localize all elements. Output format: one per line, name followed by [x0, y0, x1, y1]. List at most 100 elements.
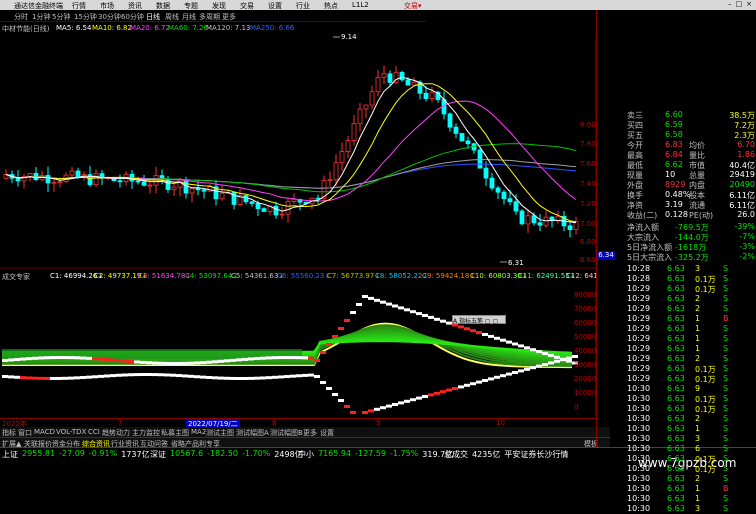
candle-body [45, 175, 51, 184]
step-lower [404, 399, 410, 403]
candle-body [57, 181, 63, 183]
menu-settings[interactable]: 设置 [268, 1, 282, 11]
period-tab-active[interactable]: 日线 [146, 12, 160, 22]
tick-volume: 1 [695, 344, 701, 353]
step-upper [86, 356, 92, 360]
tick-row: 10:29 6.63 1 S [625, 334, 756, 344]
step-upper [218, 359, 224, 363]
tick-direction: B [723, 484, 729, 493]
step-lower [320, 381, 326, 384]
menu-trade[interactable]: 交易 [240, 1, 254, 11]
index-change: -27.09 [59, 449, 85, 458]
tab-macd[interactable]: MACD [34, 428, 55, 436]
step-upper [266, 356, 272, 360]
step-lower [140, 373, 146, 377]
maximize-icon[interactable]: □ [736, 0, 743, 8]
candle-body [501, 191, 507, 200]
indicator-popup[interactable]: A 指标五笔 ▢ ▢ [452, 315, 506, 325]
index-amount: 1737亿 [121, 450, 150, 459]
step-lower [248, 376, 254, 380]
period-tab[interactable]: 多周期 [199, 12, 220, 22]
period-tab[interactable]: 更多 [222, 12, 236, 22]
period-tab[interactable]: 60分钟 [121, 12, 144, 22]
period-tab[interactable]: 30分钟 [98, 12, 121, 22]
quote-label: 收益(二) [627, 211, 658, 220]
candle-body [465, 140, 471, 145]
index-name[interactable]: 深证 [150, 449, 166, 460]
total-volume-value: 4235亿 [472, 450, 501, 459]
close-icon[interactable]: × [746, 0, 752, 8]
minimize-icon[interactable]: – [728, 0, 732, 8]
app-title: 通达信金融终端 [14, 2, 63, 10]
trade-dropdown[interactable]: 交易▾ [404, 1, 422, 11]
menu-data[interactable]: 数据 [156, 1, 170, 11]
step-upper [140, 360, 146, 364]
menu-market[interactable]: 市场 [100, 1, 114, 11]
menu-industry[interactable]: 行业 [296, 1, 310, 11]
period-tab[interactable]: 分时 [14, 12, 28, 22]
high-annotation: 9.14 [341, 33, 357, 41]
step-upper [62, 356, 68, 360]
candle-body [423, 92, 429, 99]
index-change: -182.50 [207, 449, 238, 458]
candlestick-chart[interactable]: 9.14 6.31 8.00 7.80 7.60 7.40 7.20 7.00 6.80 6.… [0, 33, 596, 269]
menu-news[interactable]: 资讯 [128, 1, 142, 11]
main-menu: 行情 市场 资讯 数据 专题 发现 交易 设置 行业 热点 L1L2 [72, 1, 383, 11]
tick-direction: S [723, 274, 729, 283]
candle-body [459, 133, 465, 142]
step-upper [104, 358, 110, 362]
step-lower [266, 376, 272, 380]
step-lower [434, 391, 440, 395]
step-upper [470, 329, 476, 333]
tick-row: 10:30 6.63 3 S [625, 434, 756, 444]
candle-body [285, 201, 291, 215]
period-tab[interactable]: 月线 [182, 12, 196, 22]
tick-row: 10:30 6.63 3 S [625, 504, 756, 514]
menu-l1l2[interactable]: L1L2 [352, 1, 369, 11]
tick-direction: S [723, 334, 729, 343]
tab-ma2[interactable]: MA2 [191, 428, 206, 436]
menu-topics[interactable]: 专题 [184, 1, 198, 11]
tick-row: 10:30 6.63 6 S [625, 444, 756, 454]
step-upper [134, 360, 140, 364]
step-upper [2, 359, 8, 362]
indicator-value: C9: 59424.18↓ [422, 272, 476, 280]
candle-body [141, 181, 147, 186]
candle-body [507, 198, 513, 203]
indicator-axis-label: 80000 [574, 291, 596, 299]
indicator-value: C3: 51634.78↓ [138, 272, 192, 280]
menu-quotes[interactable]: 行情 [72, 1, 86, 11]
step-lower [344, 405, 350, 408]
candle-body [519, 210, 525, 225]
step-upper [548, 353, 554, 357]
period-tab[interactable]: 5分钟 [52, 12, 70, 22]
period-tab[interactable]: 15分钟 [74, 12, 97, 22]
period-tab[interactable]: 周线 [165, 12, 179, 22]
menu-discover[interactable]: 发现 [212, 1, 226, 11]
tick-direction: B [723, 314, 729, 323]
step-lower [86, 375, 92, 379]
tick-time: 10:29 [627, 364, 651, 373]
tick-row: 10:30 6.63 0.1万 S [625, 464, 756, 474]
tick-time: 10:30 [627, 384, 651, 393]
step-upper [500, 338, 506, 342]
tick-price: 6.63 [667, 354, 685, 363]
volume-expert-chart[interactable]: 80000 70000 60000 50000 40000 30000 20000 10000… [0, 281, 596, 417]
index-pct: -1.75% [389, 449, 419, 458]
index-name[interactable]: 中小 [298, 449, 314, 460]
tab-cci[interactable]: CCI [88, 428, 100, 436]
menu-hot[interactable]: 热点 [324, 1, 338, 11]
indicator-name[interactable]: 成交专家 [2, 272, 30, 281]
step-lower [482, 379, 488, 382]
index-name[interactable]: 上证 [2, 449, 18, 460]
step-lower [524, 367, 530, 371]
candle-body [531, 215, 537, 224]
tick-direction: S [723, 374, 729, 383]
period-tab[interactable]: 1分钟 [32, 12, 50, 22]
step-lower [368, 409, 374, 413]
candle-body [399, 71, 405, 81]
tick-direction: S [723, 454, 729, 463]
step-lower [548, 361, 554, 365]
step-lower [308, 373, 314, 377]
tab-vol[interactable]: VOL-TDX [56, 428, 86, 436]
